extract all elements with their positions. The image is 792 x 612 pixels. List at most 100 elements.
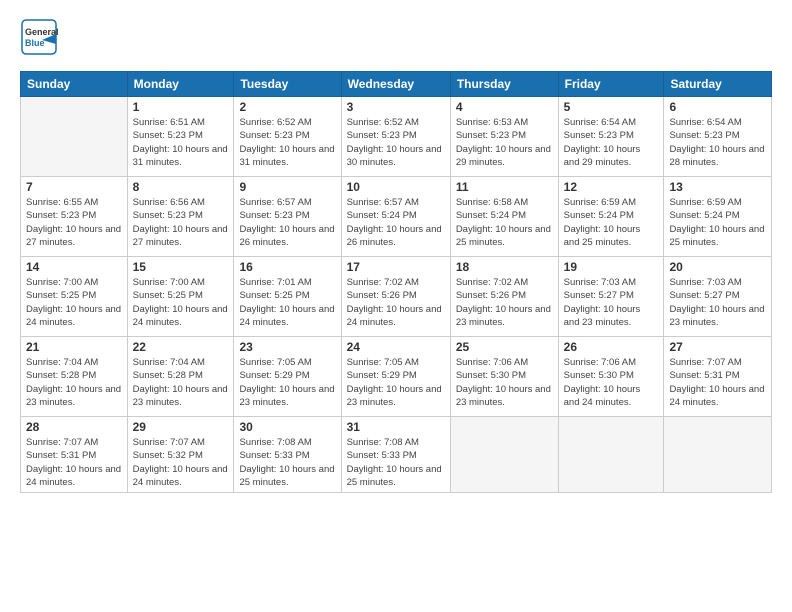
day-info: Sunrise: 6:56 AMSunset: 5:23 PMDaylight:…	[133, 196, 229, 249]
weekday-header: Monday	[127, 72, 234, 97]
calendar-cell: 2 Sunrise: 6:52 AMSunset: 5:23 PMDaylight…	[234, 97, 341, 177]
calendar-cell: 10 Sunrise: 6:57 AMSunset: 5:24 PMDayligh…	[341, 177, 450, 257]
calendar-cell: 13 Sunrise: 6:59 AMSunset: 5:24 PMDayligh…	[664, 177, 772, 257]
calendar-cell: 19 Sunrise: 7:03 AMSunset: 5:27 PMDayligh…	[558, 257, 664, 337]
calendar-cell: 7 Sunrise: 6:55 AMSunset: 5:23 PMDaylight…	[21, 177, 128, 257]
day-number: 26	[564, 340, 659, 354]
day-info: Sunrise: 7:04 AMSunset: 5:28 PMDaylight:…	[133, 356, 229, 409]
calendar-cell: 30 Sunrise: 7:08 AMSunset: 5:33 PMDayligh…	[234, 417, 341, 493]
calendar-cell: 25 Sunrise: 7:06 AMSunset: 5:30 PMDayligh…	[450, 337, 558, 417]
day-info: Sunrise: 7:05 AMSunset: 5:29 PMDaylight:…	[239, 356, 335, 409]
day-number: 25	[456, 340, 553, 354]
calendar-cell: 14 Sunrise: 7:00 AMSunset: 5:25 PMDayligh…	[21, 257, 128, 337]
day-number: 27	[669, 340, 766, 354]
calendar-cell: 31Sunrise: 7:08 AMSunset: 5:33 PMDayligh…	[341, 417, 450, 493]
day-info: Sunrise: 6:52 AMSunset: 5:23 PMDaylight:…	[239, 116, 335, 169]
day-number: 15	[133, 260, 229, 274]
weekday-header: Friday	[558, 72, 664, 97]
calendar-cell: 18 Sunrise: 7:02 AMSunset: 5:26 PMDayligh…	[450, 257, 558, 337]
day-info: Sunrise: 6:53 AMSunset: 5:23 PMDaylight:…	[456, 116, 553, 169]
day-number: 19	[564, 260, 659, 274]
day-number: 5	[564, 100, 659, 114]
day-info: Sunrise: 7:01 AMSunset: 5:25 PMDaylight:…	[239, 276, 335, 329]
day-info: Sunrise: 7:08 AMSunset: 5:33 PMDaylight:…	[239, 436, 335, 489]
calendar-cell: 4 Sunrise: 6:53 AMSunset: 5:23 PMDaylight…	[450, 97, 558, 177]
calendar-cell: 23 Sunrise: 7:05 AMSunset: 5:29 PMDayligh…	[234, 337, 341, 417]
day-info: Sunrise: 6:51 AMSunset: 5:23 PMDaylight:…	[133, 116, 229, 169]
weekday-header: Thursday	[450, 72, 558, 97]
day-info: Sunrise: 7:03 AMSunset: 5:27 PMDaylight:…	[564, 276, 659, 329]
day-info: Sunrise: 7:06 AMSunset: 5:30 PMDaylight:…	[564, 356, 659, 409]
day-number: 23	[239, 340, 335, 354]
calendar-cell: 11 Sunrise: 6:58 AMSunset: 5:24 PMDayligh…	[450, 177, 558, 257]
calendar-cell: 8Sunrise: 6:56 AMSunset: 5:23 PMDaylight…	[127, 177, 234, 257]
day-number: 3	[347, 100, 445, 114]
logo: General Blue	[20, 18, 58, 61]
svg-text:Blue: Blue	[25, 38, 45, 48]
day-number: 11	[456, 180, 553, 194]
calendar-table: SundayMondayTuesdayWednesdayThursdayFrid…	[20, 71, 772, 493]
calendar-cell: 26 Sunrise: 7:06 AMSunset: 5:30 PMDayligh…	[558, 337, 664, 417]
day-number: 9	[239, 180, 335, 194]
calendar-cell	[558, 417, 664, 493]
calendar-cell: 24Sunrise: 7:05 AMSunset: 5:29 PMDayligh…	[341, 337, 450, 417]
day-info: Sunrise: 6:59 AMSunset: 5:24 PMDaylight:…	[669, 196, 766, 249]
day-info: Sunrise: 6:54 AMSunset: 5:23 PMDaylight:…	[669, 116, 766, 169]
day-info: Sunrise: 7:08 AMSunset: 5:33 PMDaylight:…	[347, 436, 445, 489]
weekday-header: Sunday	[21, 72, 128, 97]
day-number: 22	[133, 340, 229, 354]
day-info: Sunrise: 6:57 AMSunset: 5:24 PMDaylight:…	[347, 196, 445, 249]
weekday-header: Wednesday	[341, 72, 450, 97]
day-number: 6	[669, 100, 766, 114]
calendar-header-row: SundayMondayTuesdayWednesdayThursdayFrid…	[21, 72, 772, 97]
day-number: 13	[669, 180, 766, 194]
day-number: 1	[133, 100, 229, 114]
day-info: Sunrise: 7:04 AMSunset: 5:28 PMDaylight:…	[26, 356, 122, 409]
day-info: Sunrise: 7:00 AMSunset: 5:25 PMDaylight:…	[26, 276, 122, 329]
day-info: Sunrise: 6:54 AMSunset: 5:23 PMDaylight:…	[564, 116, 659, 169]
day-number: 24	[347, 340, 445, 354]
calendar-cell: 21 Sunrise: 7:04 AMSunset: 5:28 PMDayligh…	[21, 337, 128, 417]
day-info: Sunrise: 7:06 AMSunset: 5:30 PMDaylight:…	[456, 356, 553, 409]
calendar-cell: 20Sunrise: 7:03 AMSunset: 5:27 PMDayligh…	[664, 257, 772, 337]
calendar-week-row: 7 Sunrise: 6:55 AMSunset: 5:23 PMDaylight…	[21, 177, 772, 257]
calendar-cell: 12Sunrise: 6:59 AMSunset: 5:24 PMDayligh…	[558, 177, 664, 257]
calendar-cell	[450, 417, 558, 493]
day-number: 16	[239, 260, 335, 274]
calendar-cell: 28Sunrise: 7:07 AMSunset: 5:31 PMDayligh…	[21, 417, 128, 493]
day-number: 2	[239, 100, 335, 114]
calendar-cell: 5 Sunrise: 6:54 AMSunset: 5:23 PMDaylight…	[558, 97, 664, 177]
day-info: Sunrise: 7:02 AMSunset: 5:26 PMDaylight:…	[347, 276, 445, 329]
day-info: Sunrise: 7:07 AMSunset: 5:32 PMDaylight:…	[133, 436, 229, 489]
calendar-cell: 17 Sunrise: 7:02 AMSunset: 5:26 PMDayligh…	[341, 257, 450, 337]
day-info: Sunrise: 6:55 AMSunset: 5:23 PMDaylight:…	[26, 196, 122, 249]
calendar-cell: 1 Sunrise: 6:51 AMSunset: 5:23 PMDaylight…	[127, 97, 234, 177]
day-number: 18	[456, 260, 553, 274]
logo-icon: General Blue	[20, 18, 58, 56]
day-number: 28	[26, 420, 122, 434]
calendar-week-row: 14 Sunrise: 7:00 AMSunset: 5:25 PMDayligh…	[21, 257, 772, 337]
day-number: 21	[26, 340, 122, 354]
day-info: Sunrise: 6:52 AMSunset: 5:23 PMDaylight:…	[347, 116, 445, 169]
day-number: 7	[26, 180, 122, 194]
day-number: 4	[456, 100, 553, 114]
day-number: 29	[133, 420, 229, 434]
calendar-cell: 15 Sunrise: 7:00 AMSunset: 5:25 PMDayligh…	[127, 257, 234, 337]
day-number: 14	[26, 260, 122, 274]
calendar-cell	[664, 417, 772, 493]
day-info: Sunrise: 7:07 AMSunset: 5:31 PMDaylight:…	[669, 356, 766, 409]
day-number: 20	[669, 260, 766, 274]
day-number: 17	[347, 260, 445, 274]
day-info: Sunrise: 7:02 AMSunset: 5:26 PMDaylight:…	[456, 276, 553, 329]
day-number: 10	[347, 180, 445, 194]
day-number: 30	[239, 420, 335, 434]
page-header: General Blue	[20, 18, 772, 61]
calendar-week-row: 21 Sunrise: 7:04 AMSunset: 5:28 PMDayligh…	[21, 337, 772, 417]
calendar-cell: 6 Sunrise: 6:54 AMSunset: 5:23 PMDaylight…	[664, 97, 772, 177]
day-number: 12	[564, 180, 659, 194]
day-info: Sunrise: 6:58 AMSunset: 5:24 PMDaylight:…	[456, 196, 553, 249]
calendar-cell: 22 Sunrise: 7:04 AMSunset: 5:28 PMDayligh…	[127, 337, 234, 417]
calendar-week-row: 28Sunrise: 7:07 AMSunset: 5:31 PMDayligh…	[21, 417, 772, 493]
weekday-header: Tuesday	[234, 72, 341, 97]
day-info: Sunrise: 7:00 AMSunset: 5:25 PMDaylight:…	[133, 276, 229, 329]
